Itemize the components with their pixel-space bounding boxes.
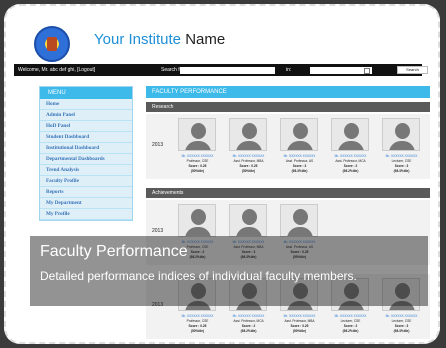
- menu-item-home[interactable]: Home: [40, 99, 132, 110]
- faculty-card[interactable]: Mr. XXXXXX XXXXXX Asst. Professor, AS Scor…: [276, 114, 323, 179]
- faculty-score: Score : 2: [343, 164, 358, 168]
- year-label: 2013: [152, 228, 164, 234]
- overlay-description: Detailed performance indices of individu…: [40, 269, 357, 283]
- menu-item-my-profile[interactable]: My Profile: [40, 209, 132, 220]
- top-bar: Welcome, Mr. abc def ghi, [Logout] Searc…: [14, 64, 428, 76]
- faculty-percentile: (98.3%tile): [393, 169, 410, 173]
- avatar[interactable]: [331, 118, 369, 151]
- avatar[interactable]: [178, 118, 216, 151]
- search-in-label: in:: [286, 67, 292, 73]
- faculty-designation: Lecturer, CSE: [340, 319, 361, 323]
- faculty-designation: Asst. Professor, MBA: [284, 319, 315, 323]
- faculty-designation: Professor, CSE: [186, 319, 209, 323]
- faculty-score: Score : 2: [241, 324, 256, 328]
- faculty-percentile: (98.3%tile): [393, 329, 410, 333]
- faculty-name[interactable]: Mr. XXXXXX XXXXXX: [276, 314, 323, 318]
- faculty-card[interactable]: Mr. XXXXXX XXXXXX Asst. Professor, MCA Sco…: [327, 114, 374, 179]
- faculty-percentile: (50%tile): [190, 329, 205, 333]
- menu-item-admin-panel[interactable]: Admin Panel: [40, 110, 132, 121]
- site-title: Your Institute Name: [94, 31, 225, 48]
- faculty-card[interactable]: Mr. XXXXXX XXXXXX Lecturer, CSE Score : 3(…: [378, 114, 425, 179]
- institute-logo: [34, 26, 70, 62]
- avatar[interactable]: [382, 118, 420, 151]
- faculty-score: Score : 0.25: [188, 164, 207, 168]
- faculty-designation: Lecturer, CSE: [391, 159, 412, 163]
- caption-overlay: Faculty Performance Detailed performance…: [30, 236, 428, 306]
- faculty-score: Score : 3: [394, 164, 409, 168]
- search-scope-select[interactable]: [310, 67, 372, 74]
- sidebar-menu: MENU Home Admin Panel HoD Panel Student …: [39, 86, 133, 221]
- research-row: 2013 Mr. XXXXXX XXXXXX Professor, CSE Score…: [146, 114, 430, 179]
- faculty-percentile: (98.2%tile): [240, 329, 257, 333]
- faculty-name[interactable]: Mr. XXXXXX XXXXXX: [174, 154, 221, 158]
- faculty-score: Score : 0.25: [290, 324, 309, 328]
- avatar[interactable]: [280, 204, 318, 237]
- site-title-rest: Name: [185, 31, 226, 48]
- site-header: Your Institute Name: [6, 6, 438, 62]
- faculty-card[interactable]: Mr. XXXXXX XXXXXX Asst. Professor, MBA Sco…: [225, 114, 272, 179]
- avatar[interactable]: [229, 204, 267, 237]
- overlay-title: Faculty Performance: [40, 243, 188, 260]
- faculty-name[interactable]: Mr. XXXXXX XXXXXX: [174, 314, 221, 318]
- faculty-name[interactable]: Mr. XXXXXX XXXXXX: [327, 154, 374, 158]
- menu-item-my-department[interactable]: My Department: [40, 198, 132, 209]
- menu-item-departmental-dashboards[interactable]: Departmental Dashboards: [40, 154, 132, 165]
- faculty-score: Score : 3: [394, 324, 409, 328]
- search-input[interactable]: [180, 67, 275, 74]
- research-section-header: Research: [146, 102, 430, 112]
- faculty-percentile: (98.2%tile): [342, 329, 359, 333]
- year-label: 2013: [152, 142, 164, 148]
- welcome-text[interactable]: Welcome, Mr. abc def ghi, [Logout]: [18, 64, 95, 76]
- faculty-percentile: (50%tile): [241, 169, 256, 173]
- faculty-name[interactable]: Mr. XXXXXX XXXXXX: [276, 154, 323, 158]
- faculty-score: Score : 2: [343, 324, 358, 328]
- faculty-percentile: (98.2%tile): [342, 169, 359, 173]
- faculty-designation: Lecturer, CSE: [391, 319, 412, 323]
- screenshot-frame: Your Institute Name Welcome, Mr. abc def…: [4, 4, 440, 344]
- avatar[interactable]: [229, 118, 267, 151]
- faculty-score: Score : 0.25: [239, 164, 258, 168]
- faculty-designation: Asst. Professor, AS: [285, 159, 314, 163]
- search-button[interactable]: Search: [397, 66, 428, 74]
- faculty-designation: Asst. Professor, MBA: [233, 159, 264, 163]
- faculty-designation: Asst. Professor, MCA: [335, 159, 366, 163]
- faculty-score: Score : 0.25: [188, 324, 207, 328]
- faculty-percentile: (50%tile): [190, 169, 205, 173]
- faculty-name[interactable]: Mr. XXXXXX XXXXXX: [378, 154, 425, 158]
- faculty-name[interactable]: Mr. XXXXXX XXXXXX: [378, 314, 425, 318]
- faculty-name[interactable]: Mr. XXXXXX XXXXXX: [327, 314, 374, 318]
- menu-item-hod-panel[interactable]: HoD Panel: [40, 121, 132, 132]
- faculty-designation: Asst. Professor, MCA: [233, 319, 264, 323]
- menu-item-trend-analysis[interactable]: Trend Analysis: [40, 165, 132, 176]
- faculty-name[interactable]: Mr. XXXXXX XXXXXX: [225, 154, 272, 158]
- faculty-performance-heading: FACULTY PERFORMANCE: [146, 86, 430, 98]
- avatar[interactable]: [280, 118, 318, 151]
- site-title-accent: Your Institute: [94, 31, 182, 48]
- faculty-name[interactable]: Mr. XXXXXX XXXXXX: [225, 314, 272, 318]
- menu-heading: MENU: [40, 87, 132, 99]
- faculty-percentile: (98.3%tile): [291, 169, 308, 173]
- menu-item-student-dashboard[interactable]: Student Dashboard: [40, 132, 132, 143]
- avatar[interactable]: [178, 204, 216, 237]
- menu-item-institutional-dashboard[interactable]: Institutional Dashboard: [40, 143, 132, 154]
- faculty-card[interactable]: Mr. XXXXXX XXXXXX Professor, CSE Score : 0…: [174, 114, 221, 179]
- faculty-percentile: (50%tile): [292, 329, 307, 333]
- faculty-designation: Professor, CSE: [186, 159, 209, 163]
- achievements-section-header: Achievements: [146, 188, 430, 198]
- faculty-score: Score : 3: [292, 164, 307, 168]
- menu-item-faculty-profile[interactable]: Faculty Profile: [40, 176, 132, 187]
- menu-item-reports[interactable]: Reports: [40, 187, 132, 198]
